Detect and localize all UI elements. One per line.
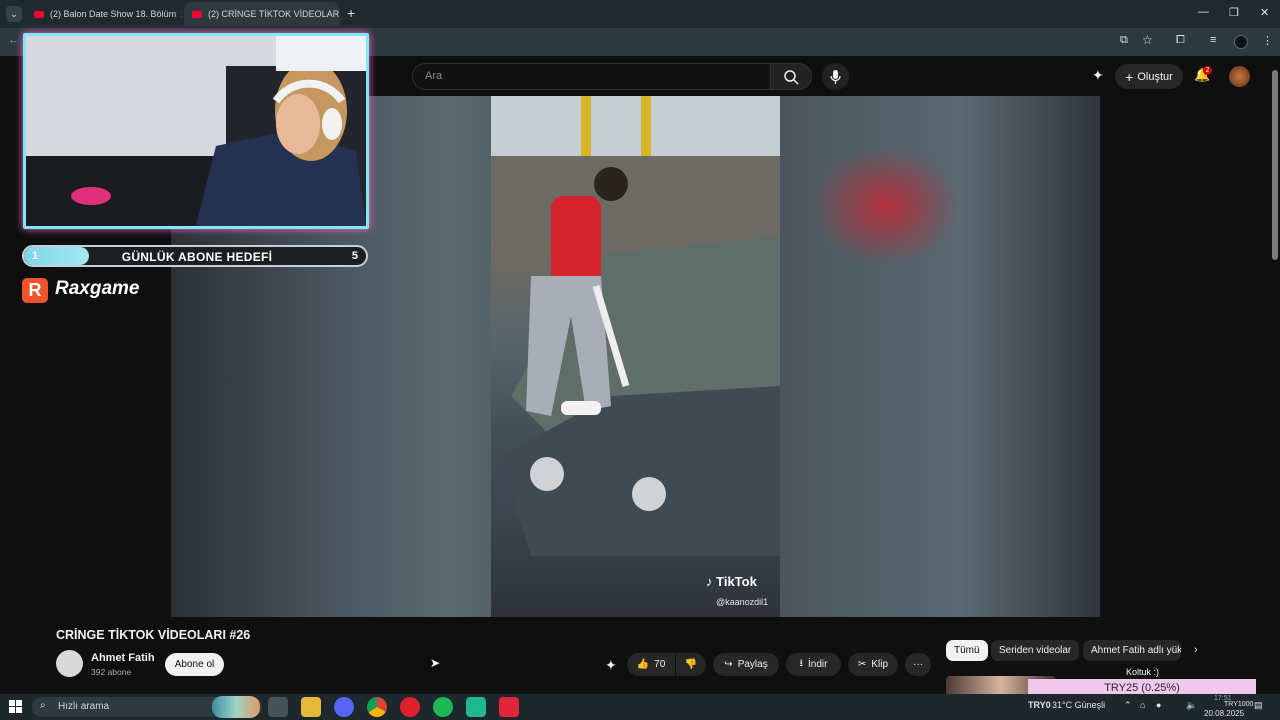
chrome-icon[interactable] — [367, 697, 387, 717]
clock-date[interactable]: 20.08.2025 — [1204, 709, 1244, 718]
webcam-image — [26, 36, 366, 226]
youtube-favicon-icon — [192, 10, 202, 18]
like-button[interactable]: 👍 70 — [627, 653, 675, 676]
background-blur — [811, 146, 961, 266]
task-view-icon[interactable] — [268, 697, 288, 717]
youtube-favicon-icon — [34, 10, 44, 18]
voice-search-button[interactable] — [822, 63, 849, 90]
more-actions-button[interactable]: ··· — [905, 653, 931, 676]
speaker-icon[interactable]: 🔈 — [1186, 700, 1197, 711]
channel-name[interactable]: Ahmet Fatih — [91, 652, 155, 664]
clock-time[interactable]: 17:51 — [1214, 695, 1232, 702]
create-button[interactable]: + Oluştur — [1115, 64, 1183, 89]
dislike-button[interactable]: 👎 — [676, 653, 706, 676]
plus-icon: + — [1125, 68, 1134, 85]
subscriber-goal-bar: 1 GÜNLÜK ABONE HEDEFİ 5 — [22, 245, 368, 267]
tab-title: (2) CRİNGE TİKTOK VİDEOLAR — [208, 9, 340, 19]
bookmark-star-icon[interactable]: ☆ — [1142, 33, 1153, 47]
download-button[interactable]: ⭳ İndir — [786, 653, 841, 676]
mic-tray-icon[interactable]: ● — [1156, 700, 1161, 710]
notification-center-icon[interactable]: ▤ — [1254, 700, 1263, 711]
channel-avatar[interactable] — [56, 650, 83, 677]
tray-chevron-icon[interactable]: ⌃ — [1124, 700, 1132, 711]
browser-menu-icon[interactable]: ⋮ — [1262, 34, 1273, 47]
tab-search-button[interactable]: ⌄ — [6, 6, 22, 22]
tiktok-username: @kaanozdil1 — [716, 597, 769, 607]
clip-button[interactable]: ✂ Klip — [848, 653, 898, 676]
subscriber-count: 392 abone — [91, 667, 132, 677]
download-label: İndir — [808, 659, 828, 670]
app-icon-red[interactable] — [499, 697, 519, 717]
ticker-caption: Koltuk :) — [1126, 667, 1160, 677]
share-icon: ↪ — [724, 659, 733, 670]
extensions-icon[interactable]: ⧠ — [1176, 34, 1185, 47]
chevron-right-icon[interactable]: › — [1194, 644, 1198, 656]
mic-icon — [830, 70, 841, 84]
search-input[interactable]: Ara — [412, 63, 770, 90]
account-avatar[interactable] — [1229, 66, 1250, 87]
download-icon: ⭳ — [799, 658, 804, 669]
network-icon[interactable]: ⌂ — [1140, 700, 1145, 710]
opera-icon[interactable] — [400, 697, 420, 717]
tab-title: (2) Balon Date Show 18. Bölüm — [50, 9, 177, 19]
tiktok-watermark: ♪ TikTok — [706, 574, 757, 589]
scissors-icon: ✂ — [857, 659, 867, 670]
currency-widget[interactable]: TRY0 — [1028, 700, 1051, 710]
profile-icon[interactable] — [1234, 35, 1248, 49]
like-count: 70 — [654, 659, 666, 670]
video-frame — [491, 96, 780, 617]
search-button[interactable] — [770, 63, 812, 90]
search-icon — [784, 70, 799, 85]
raxgame-logo-icon: R — [22, 278, 48, 303]
share-label: Paylaş — [737, 659, 768, 670]
minimize-button[interactable]: — — [1198, 6, 1209, 18]
subscribe-button[interactable]: Abone ol — [165, 653, 224, 676]
search-highlight-image — [212, 696, 260, 718]
ai-ask-icon[interactable]: ✦ — [605, 657, 617, 674]
tray-currency-small: TRY1000 — [1224, 701, 1254, 708]
share-button[interactable]: ↪ Paylaş — [713, 653, 779, 676]
thumbs-up-icon: 👍 — [636, 659, 650, 670]
video-scene-image — [491, 96, 780, 556]
close-window-button[interactable]: ✕ — [1260, 6, 1269, 19]
browser-tab-bar: ⌄ (2) Balon Date Show 18. Bölüm ✕ (2) CR… — [0, 0, 1280, 28]
goal-label: GÜNLÜK ABONE HEDEFİ — [121, 250, 273, 264]
raxgame-brand: Raxgame — [55, 278, 140, 299]
tab-cringe-tiktok[interactable]: (2) CRİNGE TİKTOK VİDEOLAR 🔊 ✕ — [184, 2, 340, 26]
thumbs-down-icon: 👎 — [684, 659, 698, 670]
create-label: Oluştur — [1137, 70, 1173, 83]
back-icon[interactable]: ← — [8, 34, 19, 46]
ai-sparkle-icon[interactable]: ✦ — [1092, 67, 1104, 84]
chip-channel-uploads[interactable]: Ahmet Fatih adlı yük — [1083, 640, 1181, 661]
mouse-cursor-icon: ➤ — [430, 656, 441, 670]
tiktok-icon: ♪ — [706, 574, 713, 589]
install-icon[interactable]: ⧉ — [1120, 34, 1128, 47]
weather-widget[interactable]: 31°C Güneşli — [1052, 700, 1105, 710]
spotify-icon[interactable] — [433, 697, 453, 717]
app-icon[interactable] — [466, 697, 486, 717]
webcam-overlay — [23, 33, 369, 229]
notification-badge: 2 — [1203, 66, 1212, 75]
video-title: CRİNGE TİKTOK VİDEOLARI #26 — [56, 628, 251, 642]
clip-label: Klip — [871, 659, 889, 670]
page-scrollbar[interactable] — [1272, 70, 1278, 260]
discord-icon[interactable] — [334, 697, 354, 717]
file-explorer-icon[interactable] — [301, 697, 321, 717]
tiktok-label: TikTok — [716, 574, 757, 589]
search-icon: ⌕ — [40, 700, 46, 711]
chip-series-videos[interactable]: Seriden videolar — [991, 640, 1080, 661]
chip-all[interactable]: Tümü — [946, 640, 988, 661]
windows-start-icon[interactable] — [9, 700, 22, 713]
tab-balon-date-show[interactable]: (2) Balon Date Show 18. Bölüm ✕ — [26, 2, 182, 26]
goal-target: 5 — [351, 250, 358, 262]
media-controls-icon[interactable]: ≡ — [1210, 34, 1216, 46]
new-tab-button[interactable]: + — [347, 5, 355, 21]
tab-close-icon[interactable]: ✕ — [176, 8, 182, 21]
restore-button[interactable]: ❐ — [1229, 6, 1239, 19]
